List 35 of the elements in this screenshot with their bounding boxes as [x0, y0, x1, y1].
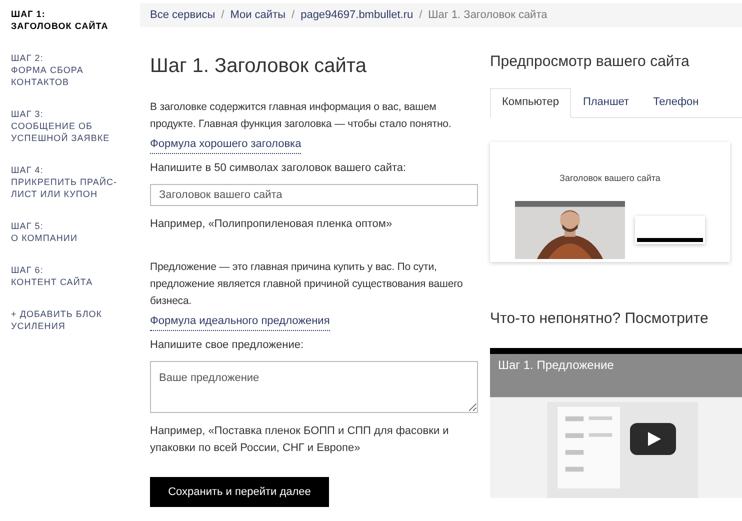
preview-heading: Заголовок вашего сайта: [560, 172, 660, 184]
device-tab[interactable]: Компьютер: [490, 88, 571, 118]
play-icon[interactable]: [630, 423, 676, 455]
breadcrumb-separator: /: [221, 8, 224, 23]
sidebar-step[interactable]: ШАГ 2: ФОРМА СБОРА КОНТАКТОВ: [11, 52, 140, 88]
video-title: Шаг 1. Предложение: [498, 357, 614, 374]
sidebar-step[interactable]: ШАГ 5: О КОМПАНИИ: [11, 220, 140, 244]
breadcrumb-link[interactable]: Шаг 1. Заголовок сайта: [428, 6, 548, 24]
sidebar-step[interactable]: ШАГ 6: КОНТЕНТ САЙТА: [11, 264, 140, 288]
example-text: Например, «Полипропиленовая пленка оптом»: [150, 217, 394, 232]
save-button[interactable]: Сохранить и перейти далее: [150, 477, 329, 507]
description-text: Предложение — это главная причина купить у вас. По сути, предложение является главной причиной существования вашего бизнеса.: [150, 260, 464, 309]
breadcrumb-link[interactable]: Все сервисы: [150, 6, 216, 24]
help-title: Что-то непонятно? Посмотрите: [490, 308, 710, 328]
preview-title: Предпросмотр вашего сайта: [490, 52, 690, 72]
breadcrumb-separator: /: [292, 8, 295, 23]
breadcrumb-link[interactable]: page94697.bmbullet.ru: [300, 6, 414, 24]
form-preview-card: [635, 216, 705, 244]
offer-textarea[interactable]: Ваше предложение: [150, 361, 478, 413]
field-label: Напишите в 50 символах заголовок вашего сайта:: [150, 160, 408, 176]
field-label: Напишите свое предложение:: [150, 338, 305, 352]
page-title: Шаг 1. Заголовок сайта: [150, 54, 368, 79]
sidebar-step[interactable]: ШАГ 1: ЗАГОЛОВОК САЙТА: [11, 8, 140, 32]
device-tab[interactable]: Телефон: [641, 88, 711, 118]
sidebar-step[interactable]: ШАГ 4: ПРИКРЕПИТЬ ПРАЙС- ЛИСТ ИЛИ КУПОН: [11, 164, 140, 200]
formula-link[interactable]: Формула идеального предложения: [150, 313, 330, 330]
title-input[interactable]: Заголовок вашего сайта: [150, 184, 478, 206]
device-tab[interactable]: Планшет: [570, 88, 642, 118]
formula-link[interactable]: Формула хорошего заголовка: [150, 136, 302, 154]
description-text: В заголовке содержится главная информация о вас, вашем продукте. Главная функция заголовка — чтобы стало понятно.: [150, 100, 452, 132]
example-text: Например, «Поставка пленок БОПП и СПП для фасовки и упаковки по всей России, СНГ и Европе»: [150, 424, 450, 456]
breadcrumb-link[interactable]: Мои сайты: [230, 6, 286, 24]
breadcrumb-separator: /: [419, 8, 422, 23]
sidebar-step[interactable]: + ДОБАВИТЬ БЛОК УСИЛЕНИЯ: [11, 308, 140, 332]
sidebar-step[interactable]: ШАГ 3: СООБЩЕНИЕ ОБ УСПЕШНОЙ ЗАЯВКЕ: [11, 108, 140, 144]
